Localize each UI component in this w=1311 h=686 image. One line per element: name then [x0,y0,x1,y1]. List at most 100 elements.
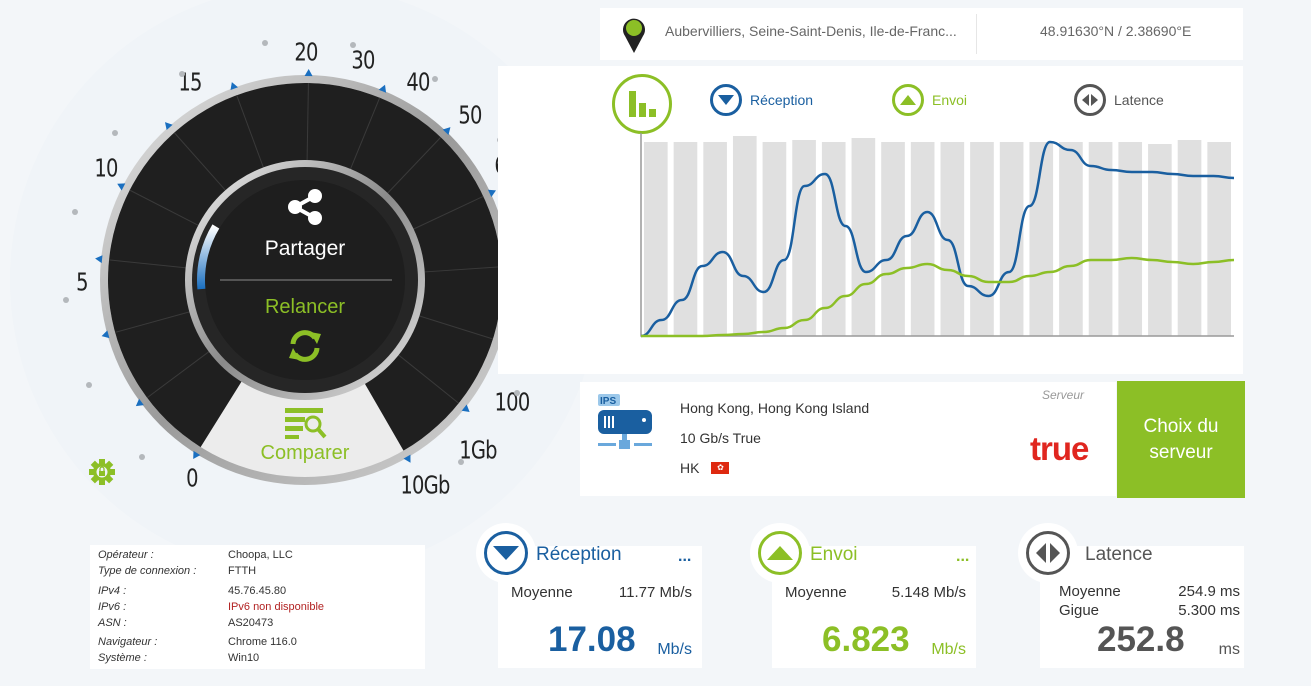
upload-series-line [641,256,1235,338]
gauge-dot [62,297,69,304]
latency-bar [703,142,727,336]
latency-bar [970,142,994,336]
upload-title: Envoi [810,544,858,565]
info-value: IPv6 non disponible [228,601,325,613]
latency-bar [1177,140,1202,336]
gauge-tick-label: 10Gb [400,470,450,500]
info-value: Chrome 116.0 [228,636,297,648]
download-avg-label: Moyenne [511,584,573,601]
upload-avg-label: Moyenne [785,584,847,601]
info-value: 45.76.45.80 [228,585,287,597]
latency-avg-value: 254.9 ms [1178,583,1240,600]
gauge-dot [178,71,185,78]
jitter-value: 5.300 ms [1178,602,1240,619]
latency-bar [792,140,816,336]
server-panel: IPS Hong Kong, Hong Kong Island 10 Gb/s … [580,382,1116,496]
latency-bar [1059,142,1083,336]
share-button[interactable]: Partager [245,185,365,265]
info-value: Win10 [228,652,260,664]
gauge-dot [261,40,268,47]
latency-title: Latence [1085,544,1153,565]
gauge-dot [71,208,78,215]
gauge-dot [350,41,357,48]
server-label: Serveur [1042,388,1085,402]
latency-bar [762,142,787,336]
settings-button[interactable] [88,458,116,486]
hong-kong-flag-icon: ✿ [711,462,730,474]
share-icon [288,189,322,225]
compare-label: Comparer [260,442,350,464]
gauge-tick-mark [95,255,103,264]
info-value: AS20473 [228,617,274,629]
settings-lock-icon [89,459,115,485]
choose-server-button[interactable]: Choix du serveur [1117,381,1245,498]
gauge-tick-mark [304,69,313,77]
gauge-tick-label: 20 [294,37,318,67]
map-pin-icon [623,18,645,53]
server-location: Hong Kong, Hong Kong Island [680,400,870,416]
server-country-code: HK [680,460,700,476]
download-avg-value: 11.77 Mb/s [618,584,692,601]
choose-server-label: Choix du serveur [1143,415,1219,463]
gauge-tick-label: 1Gb [459,435,497,465]
compare-list-icon [285,408,327,439]
latency-bar [910,142,935,336]
restart-label: Relancer [264,296,346,318]
upload-value: 6.823 [822,620,910,659]
server-brand-logo: true [1030,430,1089,467]
location-name: Aubervilliers, Seine-Saint-Denis, Ile-de… [665,23,957,39]
server-country: HK ✿ [680,460,730,476]
restart-button[interactable]: Relancer [245,292,365,372]
location-bar: Aubervilliers, Seine-Saint-Denis, Ile-de… [600,8,1243,60]
latency-bar [1207,142,1231,336]
info-value: FTTH [228,565,257,577]
info-label: Type de connexion : [98,565,197,577]
gauge-dot [513,389,520,396]
download-title: Réception [536,544,622,565]
upload-arrow-icon [758,531,802,575]
chart-panel: Réception Envoi Latence [498,66,1243,374]
latency-value: 252.8 [1097,620,1185,659]
jitter-label: Gigue [1059,602,1100,619]
info-label: Opérateur : [98,549,154,561]
gauge-tick-label: 0 [186,463,198,493]
upload-more-button[interactable]: ... [956,548,969,566]
gauge-tick-label: 5 [76,267,88,297]
latency-bar [732,136,757,336]
download-value: 17.08 [548,620,636,659]
chart-axes [640,133,1234,337]
upload-unit: Mb/s [931,641,966,658]
gauge-tick-label: 50 [458,100,482,130]
latency-bar [673,142,698,336]
gauge-tick-label: 40 [406,67,430,97]
latency-bar [644,142,668,336]
connection-info-panel: Opérateur : Choopa, LLC Type de connexion … [90,545,425,669]
location-coordinates: 48.91630°N / 2.38690°E [1040,23,1192,39]
download-series-line [640,140,1235,338]
gauge-dot [458,459,465,466]
server-provider: 10 Gb/s True [680,430,761,446]
latency-icon-wrap [1018,523,1078,583]
latency-unit: ms [1218,641,1240,658]
gauge-tick-label: 10 [94,153,118,183]
gauge-dot [112,129,119,136]
gauge-dot [139,453,146,460]
download-arrow-icon [484,531,528,575]
share-label: Partager [264,237,346,260]
location-divider [976,14,977,54]
info-label: IPv6 : [98,601,127,613]
info-value: Choopa, LLC [228,549,293,561]
gauge-tick-label: 100 [494,387,531,417]
ips-server-icon: IPS [598,394,652,449]
info-label: IPv4 : [98,585,127,597]
download-icon-wrap [476,523,536,583]
info-label: Navigateur : [98,636,158,648]
download-unit: Mb/s [657,641,692,658]
download-more-button[interactable]: ... [678,548,691,566]
compare-button[interactable]: Comparer [245,400,365,470]
gauge-dot [432,75,439,82]
info-label: ASN : [98,617,127,629]
latency-arrows-icon [1026,531,1070,575]
svg-text:IPS: IPS [600,396,616,407]
gauge-dot [86,382,93,389]
